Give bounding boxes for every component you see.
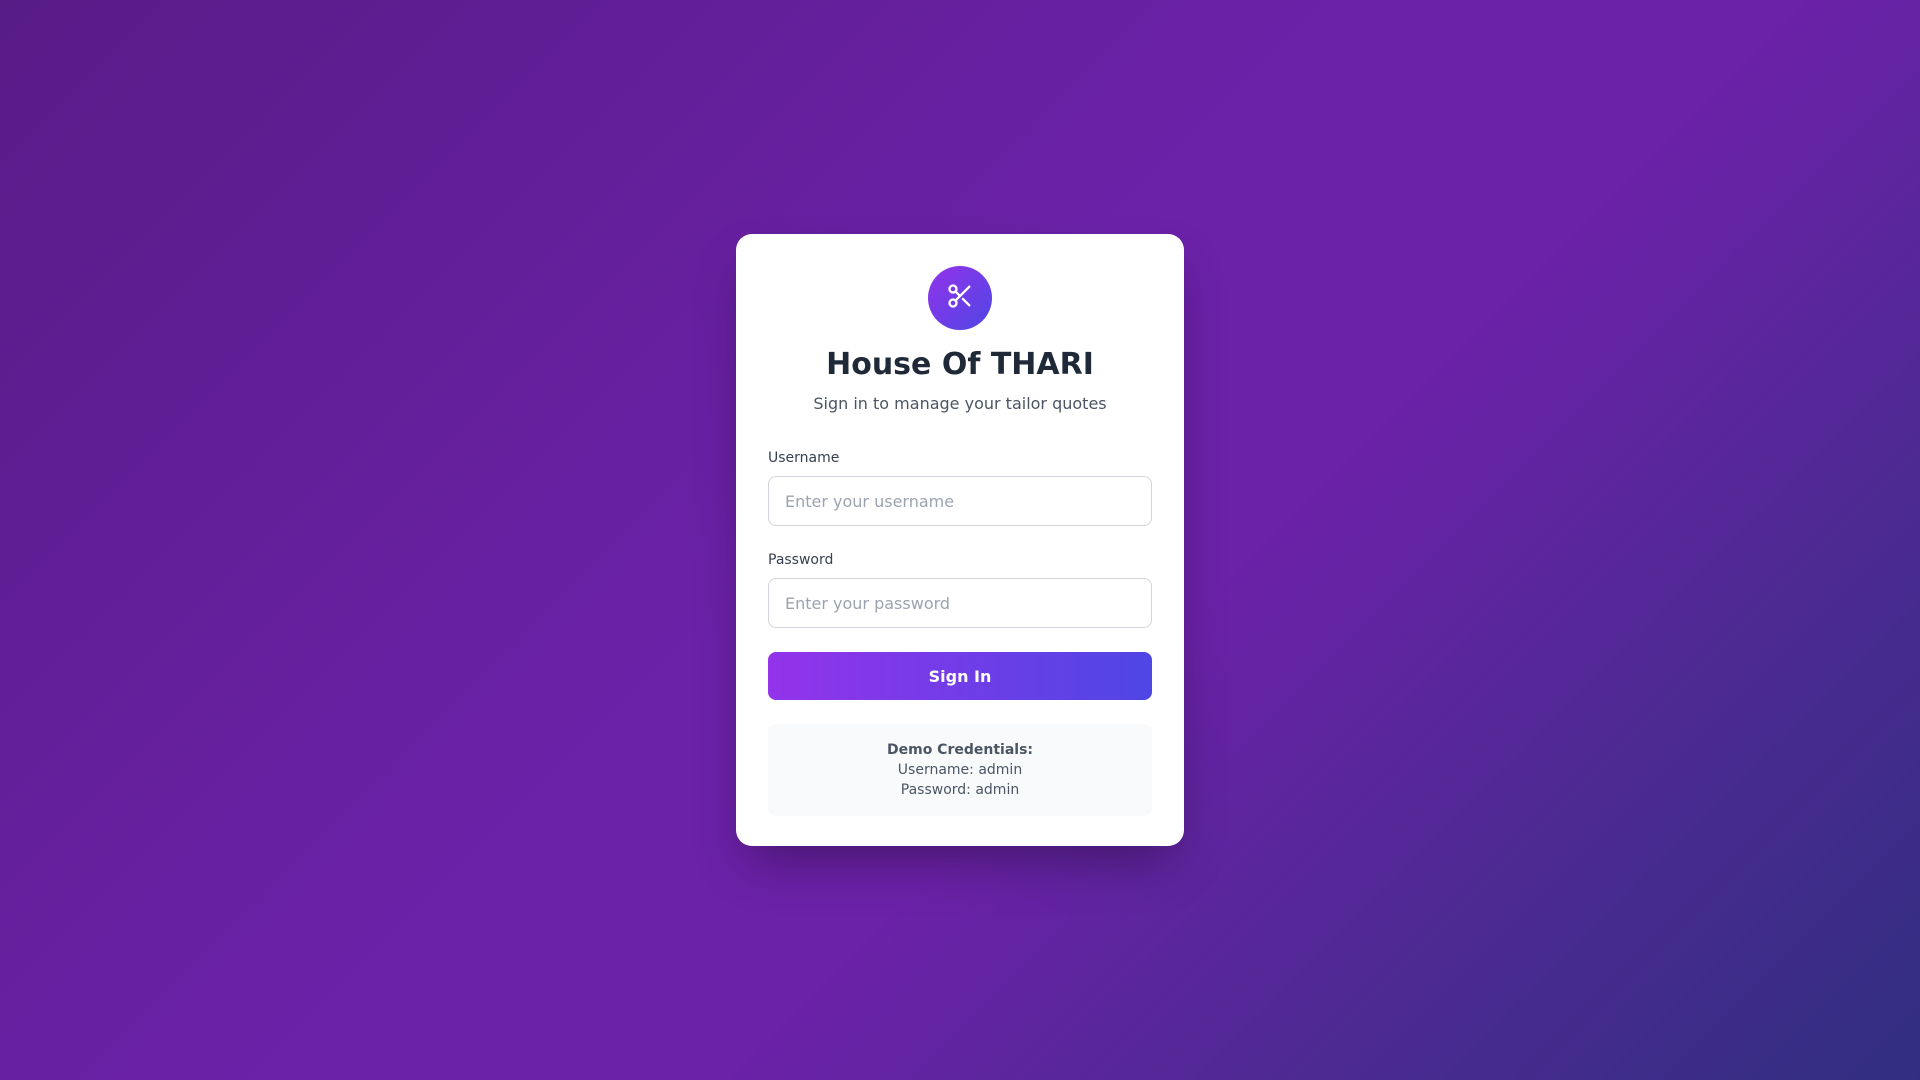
demo-password-line: Password: admin (900, 782, 1020, 798)
sign-in-button[interactable]: Sign In (768, 652, 1152, 700)
password-label: Password (768, 552, 834, 568)
username-input[interactable] (768, 476, 1152, 526)
password-group: Password (768, 550, 1152, 628)
demo-username-line: Username: admin (897, 762, 1023, 778)
logo-badge (928, 266, 992, 330)
page-subtitle: Sign in to manage your tailor quotes (813, 394, 1107, 413)
username-group: Username (768, 448, 1152, 526)
login-card: House Of THARI Sign in to manage your ta… (736, 234, 1184, 846)
demo-credentials-title: Demo Credentials: (886, 742, 1034, 758)
username-label: Username (768, 450, 840, 466)
demo-credentials-box: Demo Credentials: Username: admin Passwo… (768, 724, 1152, 816)
login-form: Username Password Sign In (768, 448, 1152, 700)
page-title: House Of THARI (826, 347, 1094, 382)
scissors-icon (946, 282, 974, 314)
password-input[interactable] (768, 578, 1152, 628)
